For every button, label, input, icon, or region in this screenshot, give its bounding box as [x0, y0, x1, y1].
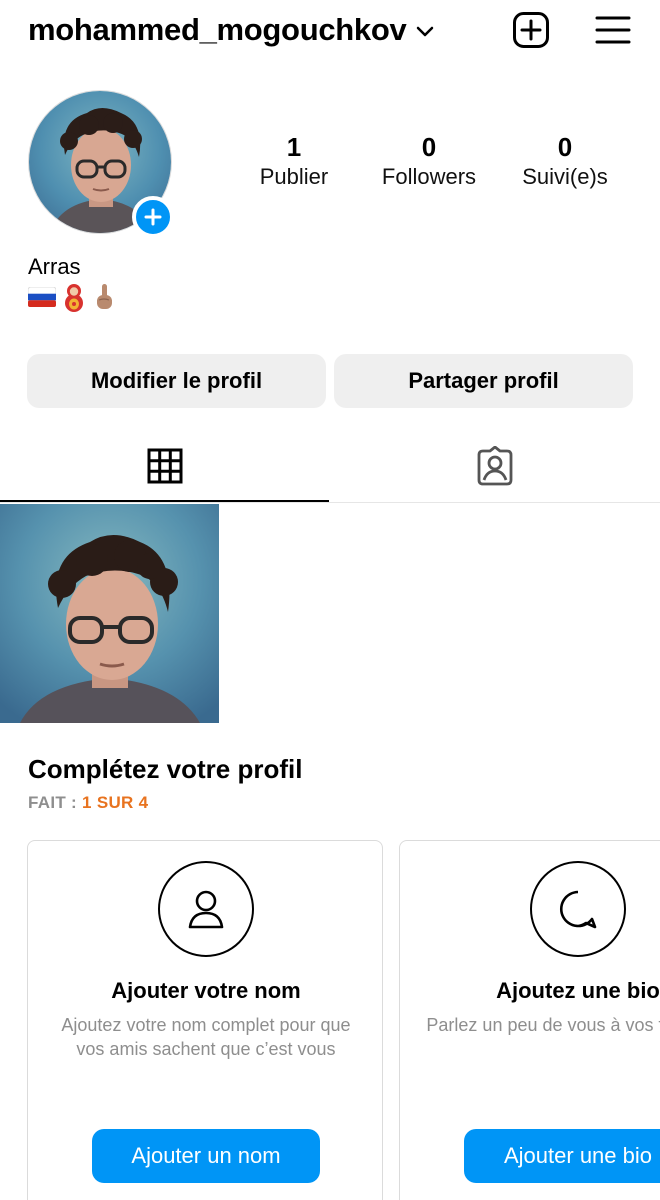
- bio-emojis: [28, 282, 116, 312]
- tagged-person-icon: [477, 446, 512, 486]
- plus-square-icon: [513, 12, 549, 48]
- bio-name: Arras: [28, 254, 81, 279]
- following-label: Suivi(e)s: [522, 164, 608, 189]
- stat-followers[interactable]: 0 Followers: [364, 131, 494, 191]
- hamburger-menu-icon: [595, 16, 631, 44]
- tabs-divider: [0, 502, 660, 503]
- add-story-button[interactable]: [132, 196, 174, 238]
- add-bio-card: Ajoutez une bio Parlez un peu de vous à …: [399, 840, 660, 1200]
- card-title: Ajoutez une bio: [496, 978, 660, 1003]
- post-thumbnail[interactable]: [0, 504, 219, 723]
- card-description: Ajoutez votre nom complet pour que vos a…: [61, 1015, 351, 1059]
- posts-label: Publier: [259, 164, 329, 189]
- progress-value: 1 SUR 4: [82, 793, 149, 812]
- followers-label: Followers: [381, 164, 477, 189]
- add-name-card: Ajouter votre nom Ajoutez votre nom comp…: [27, 840, 383, 1200]
- posts-count: 1: [286, 132, 302, 162]
- progress-prefix: FAIT :: [28, 793, 83, 812]
- tab-posts-grid[interactable]: [0, 430, 329, 502]
- account-switcher[interactable]: mohammed_mogouchkov: [28, 10, 434, 50]
- stat-posts[interactable]: 1 Publier: [229, 131, 359, 191]
- tab-tagged[interactable]: [329, 430, 660, 502]
- active-tab-indicator: [0, 500, 329, 502]
- add-bio-button[interactable]: Ajouter une bio: [464, 1129, 660, 1183]
- index-pointing-up-icon: [97, 284, 112, 309]
- followers-count: 0: [421, 132, 437, 162]
- create-post-button[interactable]: [511, 10, 551, 50]
- edit-profile-button[interactable]: Modifier le profil: [27, 354, 326, 408]
- top-bar: mohammed_mogouchkov: [0, 0, 660, 62]
- share-profile-button[interactable]: Partager profil: [334, 354, 633, 408]
- stat-following[interactable]: 0 Suivi(e)s: [500, 131, 630, 191]
- card-description: Parlez un peu de vous à vos followers: [426, 1015, 660, 1035]
- menu-button[interactable]: [593, 10, 633, 50]
- matryoshka-doll-icon: [65, 284, 83, 312]
- plus-icon: [144, 208, 162, 226]
- complete-profile-title: Complétez votre profil: [28, 754, 303, 784]
- speech-bubble-icon: [559, 890, 597, 929]
- chevron-down-icon: [417, 26, 434, 37]
- card-icon-circle: [530, 861, 626, 957]
- card-title: Ajouter votre nom: [111, 978, 301, 1003]
- card-icon-circle: [158, 861, 254, 957]
- post-photo: [0, 504, 219, 723]
- username: mohammed_mogouchkov: [28, 12, 407, 47]
- add-name-button[interactable]: Ajouter un nom: [92, 1129, 320, 1183]
- profile-page: mohammed_mogouchkov 1 Publier 0 Follower…: [0, 0, 660, 1200]
- person-icon: [188, 890, 224, 929]
- complete-profile-progress: FAIT : 1 SUR 4: [28, 793, 148, 813]
- following-count: 0: [557, 132, 573, 162]
- grid-icon: [147, 448, 182, 484]
- russia-flag-icon: [28, 287, 56, 307]
